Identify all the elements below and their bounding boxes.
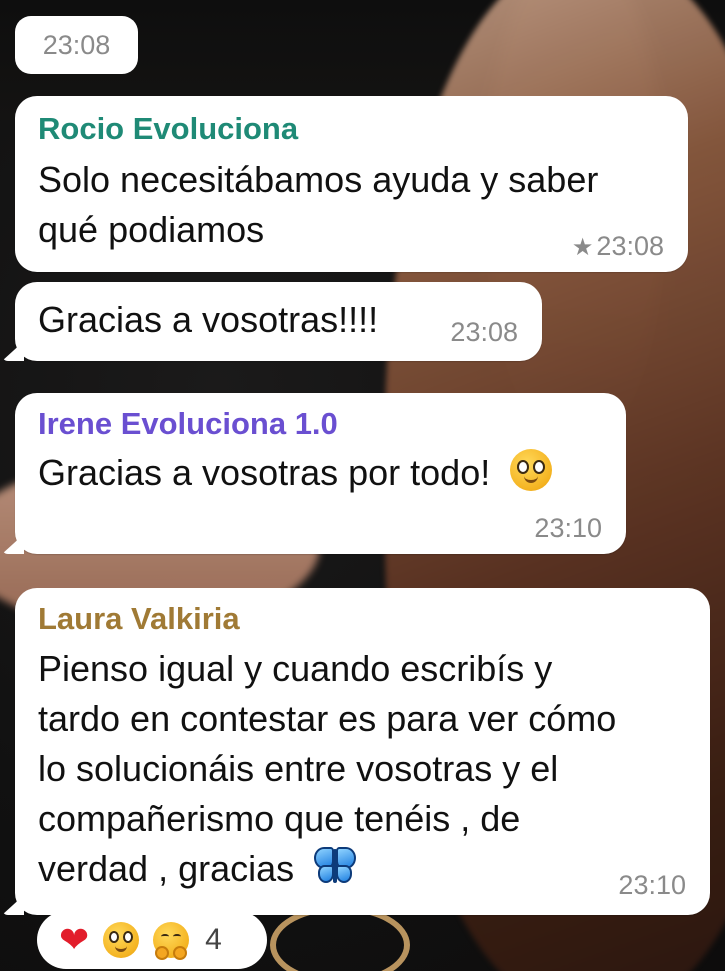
- message-text: Solo necesitábamos ayuda y saber qué pod…: [38, 155, 598, 255]
- message-bubble-rocio[interactable]: Rocio Evoluciona Solo necesitábamos ayud…: [15, 96, 688, 272]
- chip-time: 23:08: [42, 29, 111, 60]
- message-bubble-gracias[interactable]: Gracias a vosotras!!!! 23:08: [15, 282, 542, 361]
- message-time: 23:10: [534, 513, 602, 543]
- reactions-pill[interactable]: ❤ 4: [37, 911, 267, 969]
- message-line: Pienso igual y cuando escribís y: [38, 648, 553, 689]
- message-time: 23:10: [618, 870, 686, 900]
- message-bubble-laura[interactable]: Laura Valkiria Pienso igual y cuando esc…: [15, 588, 710, 915]
- message-line: qué podiamos: [38, 209, 265, 250]
- message-text: Gracias a vosotras por todo!: [38, 448, 553, 498]
- sender-name: Rocio Evoluciona: [38, 111, 299, 146]
- message-text: Pienso igual y cuando escribís y tardo e…: [38, 644, 616, 894]
- message-meta: ★ 23:08: [572, 231, 664, 262]
- red-heart-icon: ❤: [59, 919, 90, 960]
- pleading-face-icon: [103, 922, 140, 958]
- message-line: Solo necesitábamos ayuda y saber: [38, 159, 599, 200]
- message-line-last: verdad , gracias: [38, 844, 616, 894]
- sender-name: Laura Valkiria: [38, 601, 240, 636]
- star-icon: ★: [571, 234, 594, 261]
- hugging-face-icon: [153, 922, 190, 960]
- reaction-count: 4: [205, 923, 222, 956]
- message-bubble-irene[interactable]: Irene Evoluciona 1.0 Gracias a vosotras …: [15, 393, 626, 554]
- message-text: Gracias a vosotras!!!!: [38, 299, 379, 340]
- message-line: compañerismo que tenéis , de: [38, 798, 521, 839]
- message-time: 23:08: [596, 231, 664, 261]
- sender-name: Irene Evoluciona 1.0: [38, 406, 338, 441]
- pleading-face-icon: [510, 449, 553, 491]
- message-line: lo solucionáis entre vosotras y el: [38, 748, 559, 789]
- message-line: tardo en contestar es para ver cómo: [38, 698, 617, 739]
- message-time: 23:08: [450, 317, 518, 347]
- message-text-content: Gracias a vosotras por todo!: [38, 452, 491, 493]
- message-line: verdad , gracias: [38, 848, 295, 889]
- butterfly-icon: [312, 845, 358, 885]
- message-time-chip: 23:08: [15, 16, 138, 74]
